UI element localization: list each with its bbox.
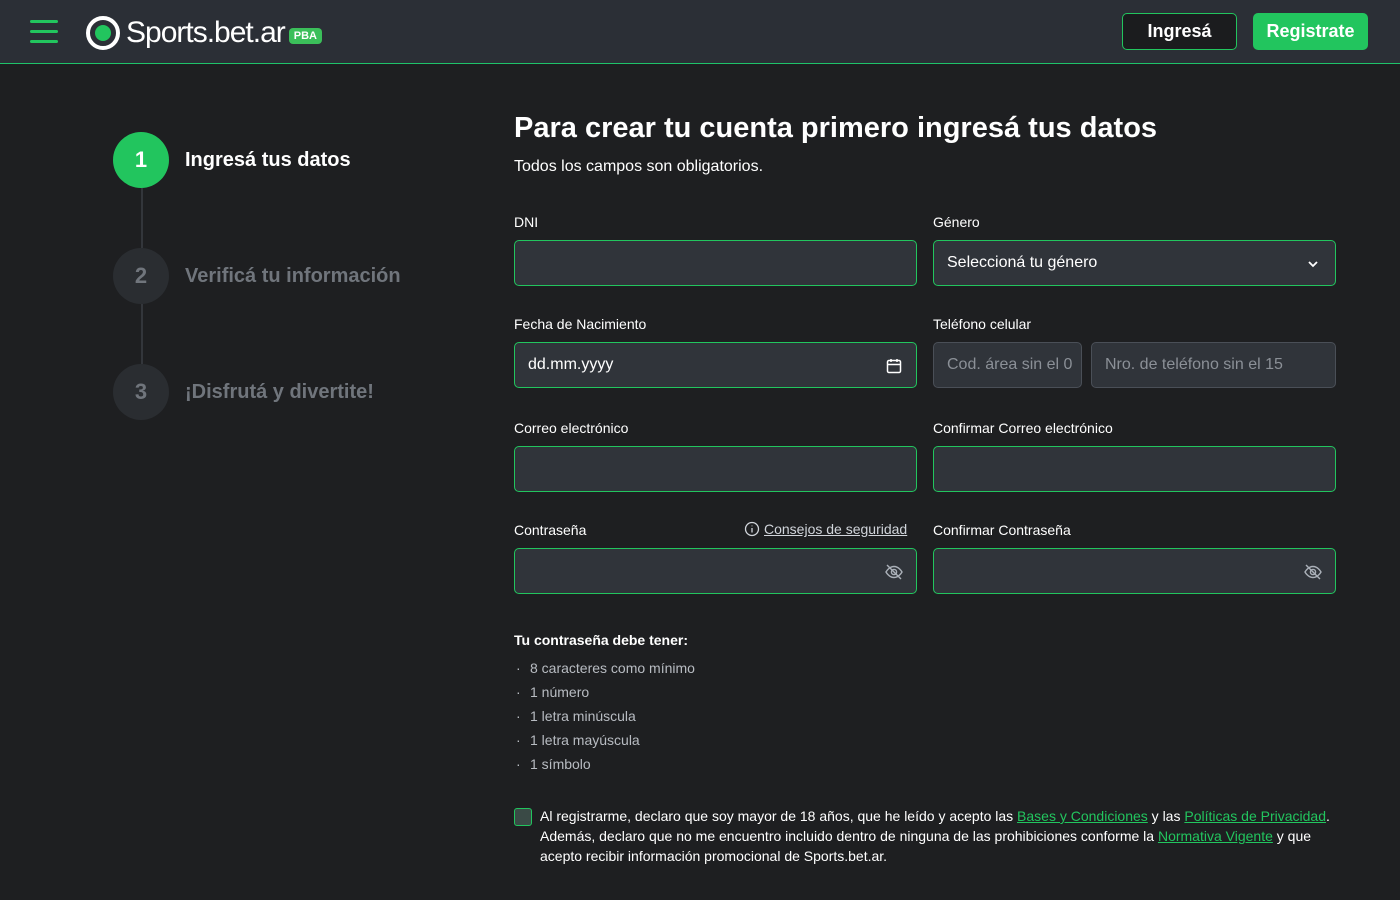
requirement-item: · 1 número [516,684,590,700]
phone-number-input[interactable]: Nro. de teléfono sin el 15 [1091,342,1336,388]
confirm-password-input[interactable] [933,548,1336,594]
menu-icon[interactable] [30,20,58,44]
eye-off-icon[interactable] [1303,562,1323,582]
phone-area-input[interactable]: Cod. área sin el 0 [933,342,1082,388]
logo[interactable]: Sports.bet.ar PBA [86,15,322,51]
top-header: Sports.bet.ar PBA Ingresá Registrate [0,0,1400,64]
page-subtitle: Todos los campos son obligatorios. [514,158,764,175]
phone-label: Teléfono celular [933,316,1032,332]
confirm-password-label: Confirmar Contraseña [933,522,1071,538]
step-1-number: 1 [113,132,169,188]
privacy-policy-link[interactable]: Políticas de Privacidad [1184,808,1326,824]
dni-input[interactable] [514,240,917,286]
page-title: Para crear tu cuenta primero ingresá tus… [514,112,1158,144]
step-2-label: Verificá tu información [185,265,401,287]
step-3-number: 3 [113,364,169,420]
terms-conditions-link[interactable]: Bases y Condiciones [1017,808,1148,824]
info-icon [744,521,760,537]
confirm-email-label: Confirmar Correo electrónico [933,420,1113,436]
gender-select[interactable]: Seleccioná tu género [933,240,1336,286]
step-connector [141,188,143,248]
chevron-down-icon [1308,261,1318,268]
email-input[interactable] [514,446,917,492]
login-button[interactable]: Ingresá [1122,13,1237,50]
password-label: Contraseña [514,522,587,538]
birthdate-input[interactable]: dd.mm.yyyy [514,342,917,388]
logo-badge: PBA [288,28,322,44]
gender-label: Género [933,214,980,230]
security-tips-link[interactable]: Consejos de seguridad [744,521,907,537]
logo-text: Sports.bet.ar [126,16,286,49]
password-input[interactable] [514,548,917,594]
birthdate-label: Fecha de Nacimiento [514,316,647,332]
requirement-item: · 1 letra mayúscula [516,732,640,748]
requirement-item: · 1 letra minúscula [516,708,636,724]
calendar-icon[interactable] [884,356,904,376]
step-connector [141,304,143,364]
security-tips-text: Consejos de seguridad [764,521,908,537]
regulations-link[interactable]: Normativa Vigente [1158,828,1273,844]
register-button[interactable]: Registrate [1253,13,1368,50]
password-requirements-title: Tu contraseña debe tener: [514,632,689,648]
terms-text: Al registrarme, declaro que soy mayor de… [540,808,1330,864]
terms-checkbox[interactable] [514,808,532,826]
requirement-item: · 1 símbolo [516,756,591,772]
requirement-item: · 8 caracteres como mínimo [516,660,695,676]
birthdate-value: dd.mm.yyyy [528,356,614,373]
phone-area-placeholder: Cod. área sin el 0 [947,356,1073,373]
gender-value: Seleccioná tu género [947,254,1098,271]
confirm-email-input[interactable] [933,446,1336,492]
email-label: Correo electrónico [514,420,629,436]
step-1-label: Ingresá tus datos [185,149,351,171]
step-3-label: ¡Disfrutá y divertite! [185,381,374,403]
dni-label: DNI [514,214,539,230]
phone-number-placeholder: Nro. de teléfono sin el 15 [1105,356,1283,373]
logo-icon [86,16,120,50]
step-2-number: 2 [113,248,169,304]
eye-off-icon[interactable] [884,562,904,582]
